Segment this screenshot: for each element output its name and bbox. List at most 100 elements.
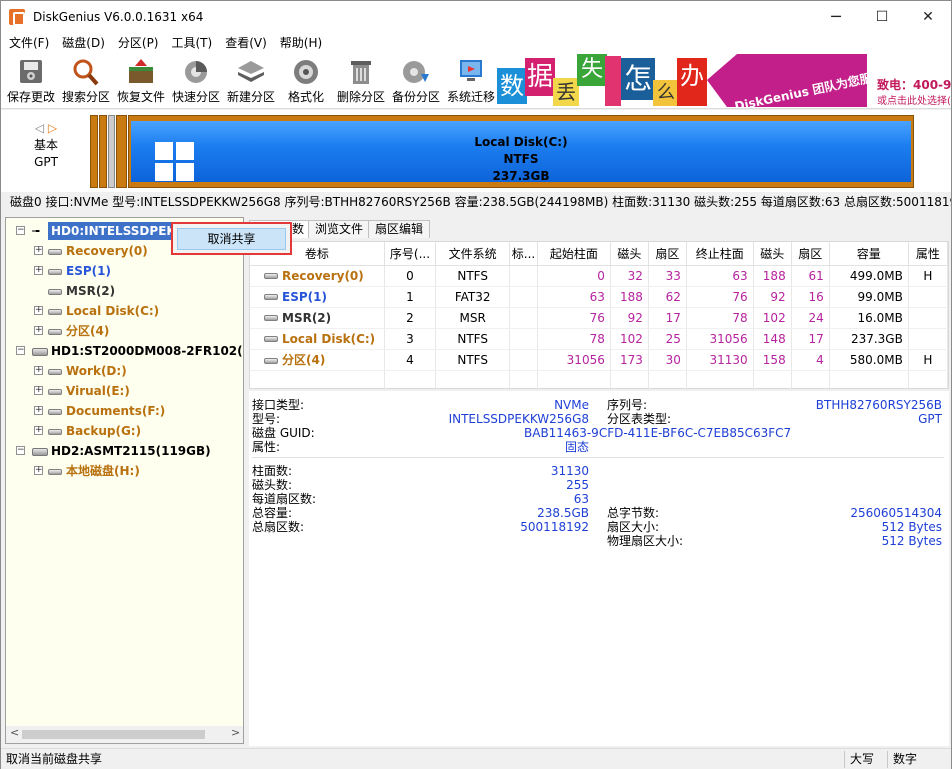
backup-partition-button[interactable]: 备份分区 [389,53,443,109]
tree-node-hd0-label[interactable]: HD0:INTELSSDPEKKW256G8(238GB) [48,222,174,240]
tab-sector-edit[interactable]: 扇区编辑 [368,220,431,238]
num-lock-indicator: 数字 [893,752,918,766]
toolbar-label: 备份分区 [391,90,440,104]
close-button[interactable]: ✕ [905,1,951,33]
disk-map-part4-segment[interactable] [116,115,127,188]
tree-part-label: Local Disk(C:) [66,304,160,318]
column-header[interactable]: 磁头 [610,242,649,266]
table-cell [509,349,538,371]
expand-icon[interactable]: + [34,266,43,275]
disk-map-esp-segment[interactable] [99,115,107,188]
column-header[interactable]: 容量 [829,242,909,266]
ad-banner[interactable]: 数 据 丢 失 怎 么 办 DiskGenius 团队为您服务 致电：400-9… [497,54,951,107]
minimize-button[interactable]: ─ [813,1,859,33]
menu-partition[interactable]: 分区(P) [110,33,164,53]
maximize-button[interactable]: ☐ [859,1,905,33]
expand-icon[interactable]: + [34,466,43,475]
system-migration-button[interactable]: 系统迁移 [444,53,498,109]
empty-cell [686,370,754,392]
table-row[interactable]: ESP(1) 1 FAT32 63 188 62 76 92 16 99.0MB [250,286,949,308]
table-cell: 237.3GB [829,328,909,350]
table-row[interactable]: MSR(2) 2 MSR 76 92 17 78 102 24 16.0MB [250,307,949,329]
format-button[interactable]: 格式化 [279,53,333,109]
expand-icon[interactable]: + [34,426,43,435]
menu-help[interactable]: 帮助(H) [272,33,327,53]
tree-part-label: MSR(2) [66,284,116,298]
table-cell: 63 [686,265,754,287]
expand-icon[interactable]: + [34,246,43,255]
layers-icon [238,61,264,82]
detail-label: 总容量: [252,506,293,520]
tree-part-row: 分区(4) [48,322,109,340]
column-header[interactable]: 终止柱面 [686,242,754,266]
detail-divider [252,457,944,458]
next-disk-arrow-icon[interactable]: ▷ [48,121,57,135]
scrollbar-thumb[interactable] [22,730,205,739]
toolbar-label: 搜索分区 [61,90,110,104]
tree-part-label: Documents(F:) [66,404,166,418]
expand-icon[interactable]: + [34,306,43,315]
column-header[interactable]: 扇区 [648,242,687,266]
partition-icon [264,315,278,321]
column-header[interactable]: 磁头 [753,242,792,266]
toolbar-label: 格式化 [287,90,324,104]
table-cell: 32 [610,265,649,287]
delete-partition-button[interactable]: 删除分区 [334,53,388,109]
disk-map-part-size: 237.3GB [492,169,550,183]
quick-partition-button[interactable]: 快速分区 [169,53,223,109]
table-row[interactable]: 分区(4) 4 NTFS 31056 173 30 31130 158 4 580.0MB H [250,349,949,371]
menu-tools[interactable]: 工具(T) [164,33,218,53]
new-partition-button[interactable]: 新建分区 [224,53,278,109]
banner-phone: 致电：400-90 [877,78,951,92]
tree-part-row: Documents(F:) [48,402,165,420]
tree-part-row: Virual(E:) [48,382,130,400]
recover-files-button[interactable]: 恢复文件 [114,53,168,109]
save-changes-button[interactable]: 保存更改 [4,53,58,109]
table-header-row: 卷标 序号(... 文件系统 标... 起始柱面 磁头 扇区 终止柱面 磁头 扇区 容量 属性 [250,242,949,266]
scroll-right-icon[interactable]: > [231,726,240,739]
prev-disk-arrow-icon[interactable]: ◁ [35,121,44,135]
tree-part-label: Recovery(0) [66,244,148,258]
expand-icon[interactable]: + [34,326,43,335]
empty-cell [753,370,792,392]
collapse-icon[interactable]: − [16,346,25,355]
backup-icon [403,61,429,83]
tab-browse-files[interactable]: 浏览文件 [308,220,371,238]
expand-icon[interactable]: + [34,366,43,375]
collapse-icon[interactable]: − [16,226,25,235]
cell-volume-label: 分区(4) [250,349,385,371]
expand-icon[interactable]: + [34,406,43,415]
collapse-icon[interactable]: − [16,446,25,455]
table-row[interactable]: Recovery(0) 0 NTFS 0 32 33 63 188 61 499.0MB H [250,265,949,287]
column-header[interactable]: 起始柱面 [537,242,611,266]
menu-file[interactable]: 文件(F) [1,33,54,53]
detail-labels-r2: 总字节数: 扇区大小: 物理扇区大小: [607,506,683,548]
menu-disk[interactable]: 磁盘(D) [54,33,110,53]
search-partition-button[interactable]: 搜索分区 [59,53,113,109]
table-cell: H [908,349,949,371]
cell-text: MSR(2) [282,310,332,325]
column-header[interactable]: 序号(... [384,242,437,266]
table-cell: 4 [791,349,830,371]
expand-icon[interactable]: + [34,386,43,395]
table-row[interactable]: Local Disk(C:) 3 NTFS 78 102 25 31056 148 17 237.… [250,328,949,350]
table-cell: 580.0MB [829,349,909,371]
column-header[interactable]: 属性 [908,242,949,266]
unshare-menu-item[interactable]: 取消共享 [177,228,286,250]
partition-icon [264,336,278,342]
partition-icon [48,368,62,375]
detail-values-r2: 256060514304 512 Bytes 512 Bytes [739,506,942,548]
banner-link[interactable]: 或点击此处选择( [877,92,951,107]
nav-arrows[interactable]: ◁ ▷ [11,120,81,137]
disk-map-recovery-segment[interactable] [90,115,98,188]
table-cell [908,286,949,308]
column-header[interactable]: 扇区 [791,242,830,266]
tree-horizontal-scrollbar[interactable]: < > [6,726,243,743]
table-cell: 61 [791,265,830,287]
scroll-left-icon[interactable]: < [10,726,19,739]
disk-map-c-segment[interactable]: Local Disk(C:) NTFS 237.3GB [128,115,914,188]
disk-map-msr-segment[interactable] [108,115,115,188]
column-header[interactable]: 标... [509,242,538,266]
menu-view[interactable]: 查看(V) [217,33,272,53]
column-header[interactable]: 文件系统 [435,242,511,266]
